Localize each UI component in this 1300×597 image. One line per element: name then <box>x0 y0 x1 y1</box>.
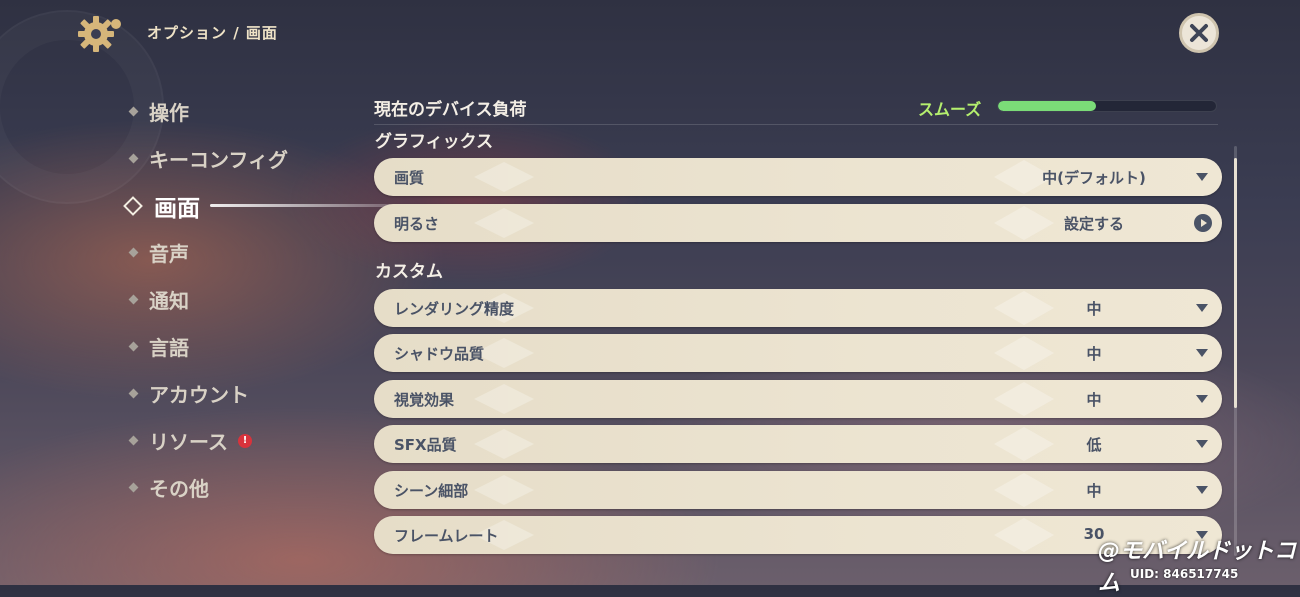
close-button[interactable] <box>1179 13 1219 53</box>
scrollbar-thumb[interactable] <box>1234 158 1237 408</box>
bullet-icon <box>128 482 139 493</box>
sidebar-item-label: 画面 <box>154 195 200 222</box>
bullet-icon <box>128 388 139 399</box>
sidebar-item-graphics[interactable]: 画面 <box>120 182 450 229</box>
sidebar-item-label: 操作 <box>149 101 189 125</box>
sidebar-item-label: リソース <box>149 430 228 454</box>
device-load-status: スムーズ <box>918 100 982 119</box>
visual-effects-row[interactable]: 視覚効果 中 <box>374 380 1222 418</box>
chevron-down-icon <box>1196 304 1208 312</box>
device-load-title: 現在のデバイス負荷 <box>374 100 527 120</box>
setting-value: 中 <box>1086 345 1102 363</box>
setting-value: 中(デフォルト) <box>1042 169 1146 187</box>
watermark: @モバイルドットコム <box>1098 539 1297 596</box>
bullet-icon <box>128 153 139 164</box>
device-load-bar <box>997 100 1217 112</box>
sidebar-item-label: アカウント <box>149 383 249 407</box>
setting-value: 中 <box>1086 391 1102 409</box>
setting-label: フレームレート <box>394 527 499 545</box>
render-resolution-row[interactable]: レンダリング精度 中 <box>374 289 1222 327</box>
setting-value: 低 <box>1086 436 1102 454</box>
scrollbar[interactable] <box>1234 146 1237 556</box>
scene-detail-row[interactable]: シーン細部 中 <box>374 471 1222 509</box>
custom-section-title: カスタム <box>375 262 443 282</box>
setting-label: シャドウ品質 <box>394 345 485 363</box>
sidebar-item-notifications[interactable]: 通知 <box>120 276 360 323</box>
graphics-quality-row[interactable]: 画質 中(デフォルト) <box>374 158 1222 196</box>
setting-value: 中 <box>1086 482 1102 500</box>
setting-value: 中 <box>1086 300 1102 318</box>
setting-label: 視覚効果 <box>394 391 455 409</box>
sidebar-item-controls[interactable]: 操作 <box>120 88 360 135</box>
sfx-quality-row[interactable]: SFX品質 低 <box>374 425 1222 463</box>
sidebar-item-label: 通知 <box>149 289 189 313</box>
setting-label: シーン細部 <box>394 482 469 500</box>
sidebar-nav: 操作 キーコンフィグ 画面 音声 通知 言語 アカウント リソース ! その他 <box>120 88 450 511</box>
breadcrumb: オプション / 画面 <box>147 24 278 42</box>
divider <box>374 124 1218 125</box>
bullet-icon <box>128 435 139 446</box>
bullet-icon <box>128 106 139 117</box>
gear-icon <box>78 16 121 52</box>
sidebar-item-account[interactable]: アカウント <box>120 370 360 417</box>
setting-label: 明るさ <box>394 215 440 233</box>
setting-label: レンダリング精度 <box>394 300 515 318</box>
device-load-fill <box>998 101 1097 111</box>
setting-label: SFX品質 <box>394 436 457 454</box>
shadow-quality-row[interactable]: シャドウ品質 中 <box>374 334 1222 372</box>
frame-rate-row[interactable]: フレームレート 30 <box>374 516 1222 554</box>
chevron-down-icon <box>1196 173 1208 181</box>
bullet-icon <box>128 294 139 305</box>
header: オプション / 画面 <box>0 0 1300 70</box>
sidebar-item-label: 言語 <box>149 336 189 360</box>
chevron-down-icon <box>1196 349 1208 357</box>
setting-label: 画質 <box>394 169 425 187</box>
graphics-section-title: グラフィックス <box>375 132 494 152</box>
sidebar-item-label: その他 <box>149 477 209 501</box>
uid-label: UID: 846517745 <box>1130 567 1239 581</box>
alert-badge: ! <box>238 433 252 448</box>
play-arrow-icon <box>1194 214 1212 232</box>
bullet-icon <box>128 341 139 352</box>
brightness-row[interactable]: 明るさ 設定する <box>374 204 1222 242</box>
chevron-down-icon <box>1196 486 1208 494</box>
sidebar-item-audio[interactable]: 音声 <box>120 229 360 276</box>
chevron-down-icon <box>1196 395 1208 403</box>
sidebar-item-label: 音声 <box>149 242 189 266</box>
close-icon <box>1190 24 1208 42</box>
sidebar-item-key-config[interactable]: キーコンフィグ <box>120 135 360 182</box>
setting-value: 設定する <box>1063 215 1124 233</box>
sidebar-item-resources[interactable]: リソース ! <box>120 417 360 464</box>
sidebar-item-language[interactable]: 言語 <box>120 323 360 370</box>
sidebar-item-other[interactable]: その他 <box>120 464 360 511</box>
bullet-icon <box>128 247 139 258</box>
selected-bullet-icon <box>123 195 143 216</box>
chevron-down-icon <box>1196 440 1208 448</box>
sidebar-item-label: キーコンフィグ <box>149 148 288 172</box>
